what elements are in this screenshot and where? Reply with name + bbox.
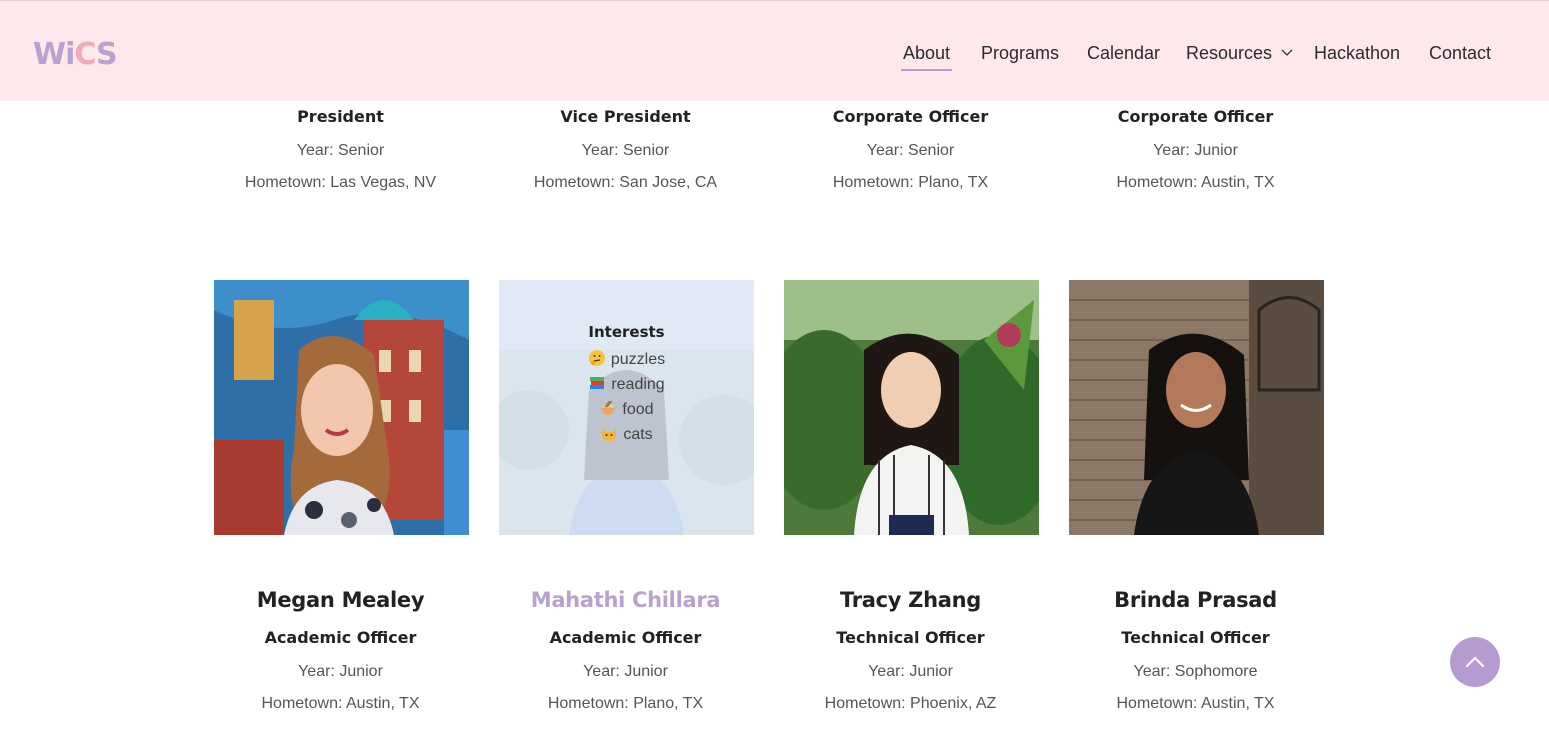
member-role: Vice President	[560, 107, 691, 126]
member-role: President	[297, 107, 384, 126]
logo-part-s: S	[95, 37, 118, 72]
portrait-image	[214, 280, 469, 535]
member-name[interactable]: Megan Mealey	[198, 587, 483, 613]
member-hometown: Hometown: San Jose, CA	[533, 174, 718, 191]
member-photo-megan[interactable]	[214, 280, 469, 535]
member-photo-tracy[interactable]	[784, 280, 1039, 535]
logo-part-wi: Wi	[33, 37, 75, 72]
interest-label: reading	[611, 376, 665, 393]
member-year: Year: Junior	[868, 663, 953, 680]
member-photo-brinda[interactable]	[1069, 280, 1324, 535]
interest-item: puzzles	[499, 347, 754, 372]
member-card-president: President Year: Senior Hometown: Las Veg…	[198, 107, 483, 193]
member-role: Corporate Officer	[1117, 107, 1274, 126]
cat-face-icon	[602, 428, 617, 441]
nav-about[interactable]: About	[900, 41, 953, 71]
nav-programs[interactable]: Programs	[981, 41, 1059, 65]
member-role: Academic Officer	[549, 628, 702, 647]
member-name[interactable]: Brinda Prasad	[1053, 587, 1338, 613]
nav-calendar[interactable]: Calendar	[1087, 41, 1160, 65]
member-role: Technical Officer	[1121, 628, 1270, 647]
member-hometown: Hometown: Austin, TX	[1116, 695, 1275, 712]
member-hometown: Hometown: Plano, TX	[832, 174, 989, 191]
member-photo-mahathi[interactable]: Interests puzzles reading food cats	[499, 280, 754, 535]
thinking-face-icon	[588, 350, 605, 366]
member-hometown: Hometown: Austin, TX	[261, 695, 420, 712]
member-hometown: Hometown: Las Vegas, NV	[244, 174, 437, 191]
member-hometown: Hometown: Austin, TX	[1116, 174, 1275, 191]
member-year: Year: Senior	[296, 142, 385, 159]
member-card-corporate-2: Corporate Officer Year: Junior Hometown:…	[1053, 107, 1338, 193]
scroll-to-top-button[interactable]	[1450, 637, 1500, 687]
member-card-corporate-1: Corporate Officer Year: Senior Hometown:…	[768, 107, 1053, 193]
member-card-megan: Megan Mealey Academic Officer Year: Juni…	[198, 587, 483, 714]
nav-contact[interactable]: Contact	[1429, 41, 1491, 65]
member-name[interactable]: Tracy Zhang	[768, 587, 1053, 613]
member-year: Year: Junior	[298, 663, 383, 680]
member-hometown: Hometown: Plano, TX	[547, 695, 704, 712]
nav-resources-label: Resources	[1186, 43, 1273, 63]
chevron-up-icon	[1465, 656, 1485, 668]
member-card-brinda: Brinda Prasad Technical Officer Year: So…	[1053, 587, 1338, 714]
member-year: Year: Junior	[1153, 142, 1238, 159]
member-year: Year: Senior	[581, 142, 670, 159]
navbar: WiCS About Programs Calendar Resources H…	[0, 0, 1549, 101]
member-year: Year: Junior	[583, 663, 668, 680]
chevron-down-icon	[1281, 49, 1293, 56]
nav-resources[interactable]: Resources	[1186, 41, 1293, 65]
member-role: Academic Officer	[264, 628, 417, 647]
member-role: Technical Officer	[836, 628, 985, 647]
portrait-image	[1069, 280, 1324, 535]
member-name[interactable]: Mahathi Chillara	[483, 587, 768, 613]
member-card-tracy: Tracy Zhang Technical Officer Year: Juni…	[768, 587, 1053, 714]
interest-label: puzzles	[610, 351, 666, 368]
member-year: Year: Senior	[866, 142, 955, 159]
interest-item: food	[499, 397, 754, 422]
portrait-image	[784, 280, 1039, 535]
member-year: Year: Sophomore	[1133, 663, 1258, 680]
logo-part-c: C	[74, 37, 97, 72]
interest-label: cats	[623, 426, 653, 443]
interests-overlay: Interests puzzles reading food cats	[499, 280, 754, 535]
member-card-mahathi: Mahathi Chillara Academic Officer Year: …	[483, 587, 768, 714]
interest-item: cats	[499, 422, 754, 447]
books-icon	[590, 377, 605, 389]
wics-logo[interactable]: WiCS	[33, 37, 118, 73]
member-card-vice-president: Vice President Year: Senior Hometown: Sa…	[483, 107, 768, 193]
member-hometown: Hometown: Phoenix, AZ	[824, 695, 997, 712]
member-role: Corporate Officer	[832, 107, 989, 126]
interest-label: food	[622, 401, 654, 418]
noodle-bowl-icon	[601, 400, 616, 415]
interest-item: reading	[499, 372, 754, 397]
nav-hackathon[interactable]: Hackathon	[1314, 41, 1400, 65]
interests-title: Interests	[588, 323, 665, 341]
